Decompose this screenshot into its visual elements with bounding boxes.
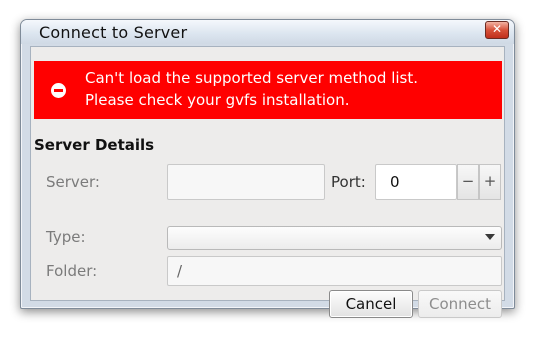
port-increment-button[interactable]: + — [479, 164, 501, 200]
folder-input[interactable]: / — [167, 256, 502, 286]
error-message-line-2: Please check your gvfs installation. — [85, 91, 350, 109]
close-icon: ✕ — [491, 22, 503, 36]
error-infobar: Can't load the supported server method l… — [34, 61, 502, 119]
plus-icon: + — [483, 172, 497, 190]
dialog-content: Can't load the supported server method l… — [30, 46, 505, 318]
server-input[interactable] — [167, 164, 325, 200]
minus-icon: − — [461, 172, 475, 190]
title-bar[interactable]: Connect to Server ✕ — [21, 20, 514, 44]
type-combobox[interactable] — [167, 226, 502, 250]
connect-to-server-dialog: Connect to Server ✕ Can't load the suppo… — [20, 19, 515, 318]
port-input[interactable]: 0 — [375, 164, 457, 200]
chevron-down-icon — [485, 234, 495, 240]
error-circle-icon — [51, 83, 66, 98]
server-details-heading: Server Details — [34, 136, 155, 154]
type-label: Type: — [46, 228, 86, 246]
connect-button[interactable]: Connect — [418, 290, 502, 318]
window-title: Connect to Server — [39, 23, 188, 42]
cancel-button[interactable]: Cancel — [329, 290, 413, 318]
folder-label: Folder: — [46, 262, 98, 280]
close-button[interactable]: ✕ — [485, 21, 509, 39]
server-label: Server: — [46, 173, 100, 191]
port-decrement-button[interactable]: − — [457, 164, 479, 200]
port-label: Port: — [331, 173, 366, 191]
error-message-line-1: Can't load the supported server method l… — [85, 69, 419, 87]
